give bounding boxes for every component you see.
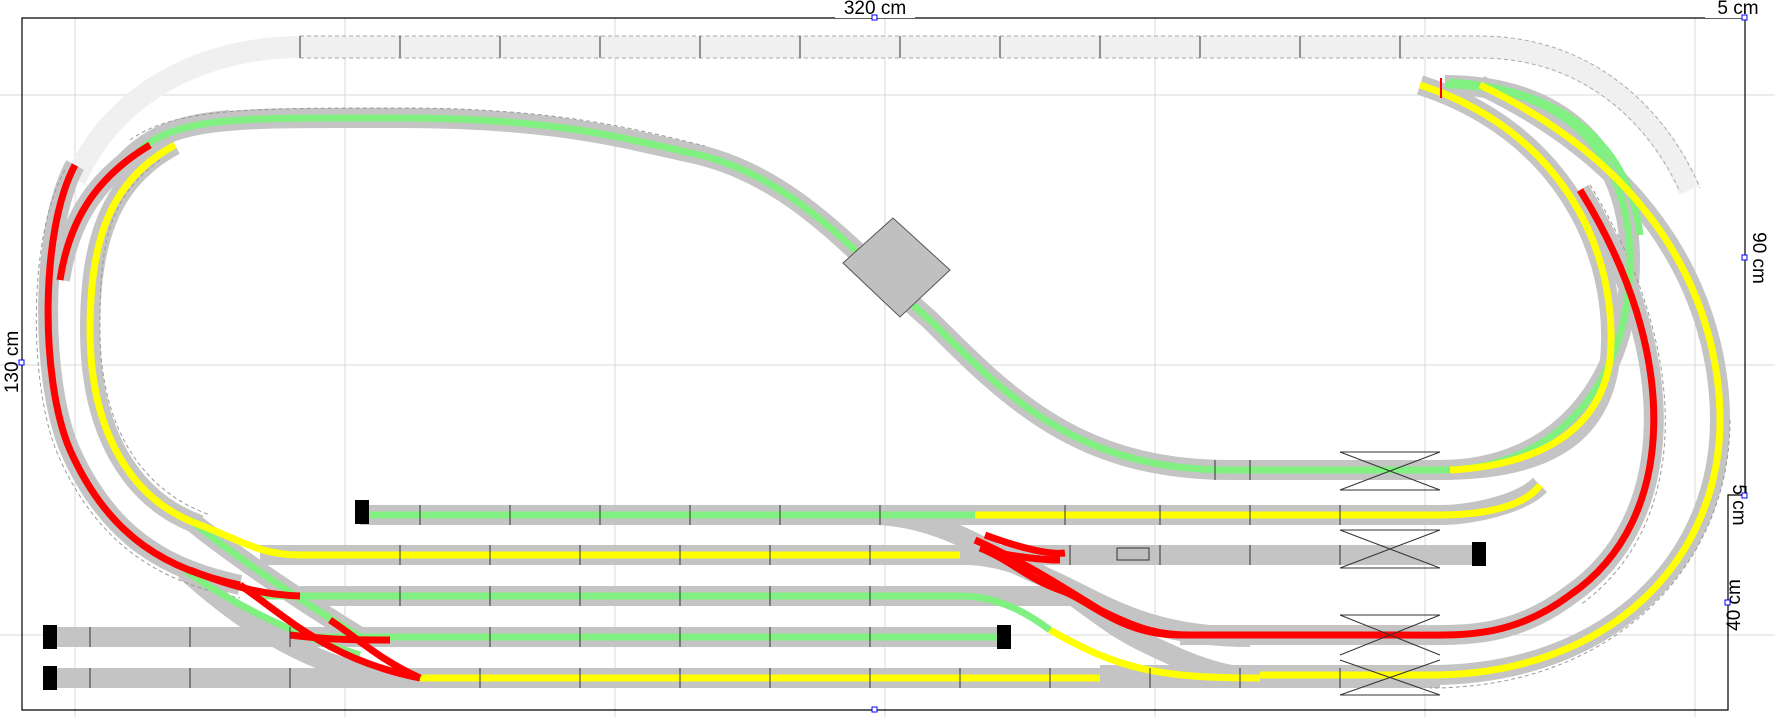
dim-right-gap: 5 cm <box>1728 484 1749 525</box>
small-platform <box>1116 547 1150 561</box>
dim-right-upper: 90 cm <box>1748 232 1769 284</box>
bridge-platform <box>842 217 951 318</box>
track-plan: 320 cm 5 cm 130 cm 90 cm 5 cm 40 cm <box>0 0 1775 717</box>
route-green <box>137 78 1644 659</box>
track-beds <box>38 75 1731 688</box>
dim-top-right: 5 cm <box>1717 0 1758 19</box>
